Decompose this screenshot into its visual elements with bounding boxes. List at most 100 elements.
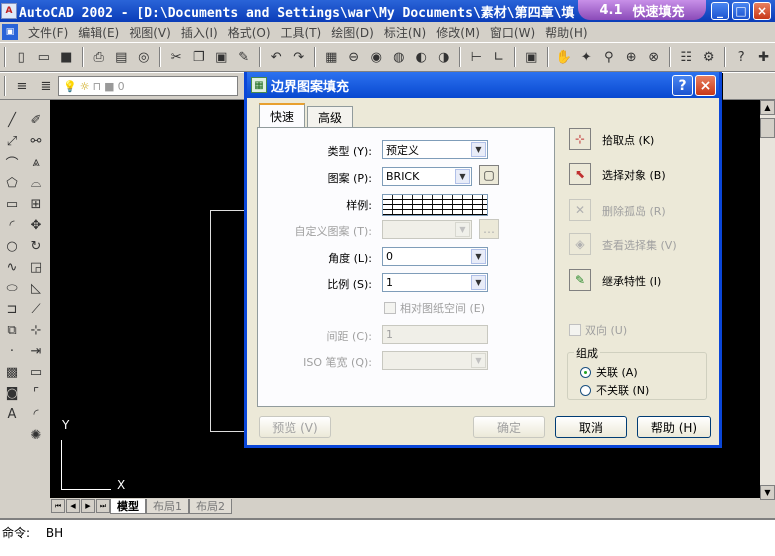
chevron-down-icon[interactable]: ▼ [471,353,486,368]
chevron-down-icon[interactable]: ▼ [455,169,470,184]
scale-select[interactable]: 1 ▼ [382,273,488,292]
line-icon[interactable]: ╱ [2,110,22,130]
insert-block-icon[interactable]: ⊐ [2,299,22,319]
save-icon[interactable]: ■ [57,47,76,67]
autocad-app-icon[interactable]: A [1,3,17,19]
next-tab-icon[interactable]: ▶ [81,499,95,513]
explode-icon[interactable]: ✺ [26,425,46,445]
copy-icon[interactable]: ❐ [190,47,209,67]
rotate-icon[interactable]: ↻ [26,236,46,256]
view-selections-label[interactable]: 查看选择集 (V) [602,237,677,253]
ellipse-icon[interactable]: ⬭ [2,278,22,298]
menu-edit[interactable]: 编辑(E) [73,24,124,41]
trim-icon[interactable]: ⊹ [26,320,46,340]
spell-check-icon[interactable]: ◎ [135,47,154,67]
menu-modify[interactable]: 修改(M) [431,24,485,41]
polyline-icon[interactable]: ⌒ [2,152,22,172]
paste-icon[interactable]: ▣ [212,47,231,67]
last-tab-icon[interactable]: ⏭ [96,499,110,513]
fillet-icon[interactable]: ◜ [26,404,46,424]
layer-previous-icon[interactable]: ≣ [36,76,56,96]
select-objects-label[interactable]: 选择对象 (B) [602,167,666,183]
checkbox-box[interactable] [384,302,396,314]
pin-icon[interactable]: ✚ [755,47,774,67]
properties-icon[interactable]: ☷ [677,47,696,67]
publish-icon[interactable]: ◐ [412,47,431,67]
double-checkbox[interactable]: 双向 (U) [569,322,627,338]
vertical-scrollbar[interactable]: ▲ ▼ [760,100,775,500]
meet-now-icon[interactable]: ◑ [435,47,454,67]
realtime-pan-icon[interactable]: ✦ [577,47,596,67]
ok-button[interactable]: 确定 [473,416,545,438]
make-block-icon[interactable]: ⧉ [2,320,22,340]
chevron-down-icon[interactable]: ▼ [471,275,486,290]
menu-help[interactable]: 帮助(H) [540,24,592,41]
redo-icon[interactable]: ↷ [290,47,309,67]
radio-dot[interactable] [580,384,591,396]
menu-dimension[interactable]: 标注(N) [379,24,431,41]
custom-pattern-select[interactable]: ▼ [382,220,472,239]
rectangle-icon[interactable]: ▭ [2,194,22,214]
menu-insert[interactable]: 插入(I) [176,24,223,41]
view-selections-icon[interactable]: ◈ [569,233,591,255]
array-icon[interactable]: ⊞ [26,194,46,214]
document-icon[interactable]: ▣ [2,24,18,40]
dialog-help-button[interactable]: ? [672,75,693,96]
properties-window-icon[interactable]: ▣ [522,47,541,67]
zoom-window-icon[interactable]: ⊕ [622,47,641,67]
mirror-icon[interactable]: ⩓ [26,152,46,172]
layer-dropdown[interactable]: 💡 ☼ ⊓ ■ 0 [58,76,238,96]
help-button[interactable]: 帮助 (H) [637,416,711,438]
radio-dot[interactable] [580,366,591,378]
menu-window[interactable]: 窗口(W) [485,24,540,41]
tab-advanced[interactable]: 高级 [307,106,354,127]
copy-object-icon[interactable]: ⚯ [26,131,46,151]
checkbox-box[interactable] [569,324,581,336]
spacing-input[interactable]: 1 [382,325,488,344]
tab-model[interactable]: 模型 [110,498,146,514]
menu-tools[interactable]: 工具(T) [276,24,327,41]
help-icon[interactable]: ? [732,47,751,67]
ucs-icon[interactable]: ⊢ [467,47,486,67]
multiline-text-icon[interactable]: A [2,404,22,424]
design-center-icon[interactable]: ▦ [322,47,341,67]
pick-points-icon[interactable]: ⊹ [569,128,591,150]
open-folder-icon[interactable]: ▭ [35,47,54,67]
associative-radio[interactable]: 关联 (A) [580,364,638,380]
tab-quick[interactable]: 快速 [259,103,306,127]
prev-tab-icon[interactable]: ◀ [66,499,80,513]
relative-paperspace-checkbox[interactable]: 相对图纸空间 (E) [384,300,485,316]
region-icon[interactable]: ◙ [2,383,22,403]
erase-icon[interactable]: ✐ [26,110,46,130]
hyperlink-icon[interactable]: ⊖ [345,47,364,67]
polygon-icon[interactable]: ⬠ [2,173,22,193]
web-browse-icon[interactable]: ◉ [367,47,386,67]
nonassociative-radio[interactable]: 不关联 (N) [580,382,649,398]
select-objects-icon[interactable]: ⬉ [569,163,591,185]
pattern-palette-button[interactable]: ▢ [479,165,499,185]
print-icon[interactable]: ⎙ [90,47,109,67]
ucs-angle-icon[interactable]: ∟ [490,47,509,67]
match-properties-icon[interactable]: ✎ [235,47,254,67]
print-preview-icon[interactable]: ▤ [112,47,131,67]
inherit-properties-icon[interactable]: ✎ [569,269,591,291]
command-input[interactable]: BH [46,526,63,540]
scale-icon[interactable]: ◲ [26,257,46,277]
menu-file[interactable]: 文件(F) [23,24,73,41]
point-icon[interactable]: · [2,341,22,361]
spline-icon[interactable]: ∿ [2,257,22,277]
chamfer-icon[interactable]: ⌜ [26,383,46,403]
design-icon[interactable]: ⚙ [700,47,719,67]
scroll-thumb[interactable] [760,118,775,138]
custom-pattern-browse-button[interactable]: … [479,219,499,239]
first-tab-icon[interactable]: ⏮ [51,499,65,513]
scroll-down-icon[interactable]: ▼ [760,485,775,500]
new-file-icon[interactable]: ▯ [12,47,31,67]
layer-manager-icon[interactable]: ≡ [12,76,32,96]
break-icon[interactable]: ▭ [26,362,46,382]
type-select[interactable]: 预定义 ▼ [382,140,488,159]
menu-format[interactable]: 格式(O) [223,24,276,41]
extend-icon[interactable]: ⇥ [26,341,46,361]
dialog-close-button[interactable]: × [695,75,716,96]
toolbar-grip[interactable] [4,76,6,96]
